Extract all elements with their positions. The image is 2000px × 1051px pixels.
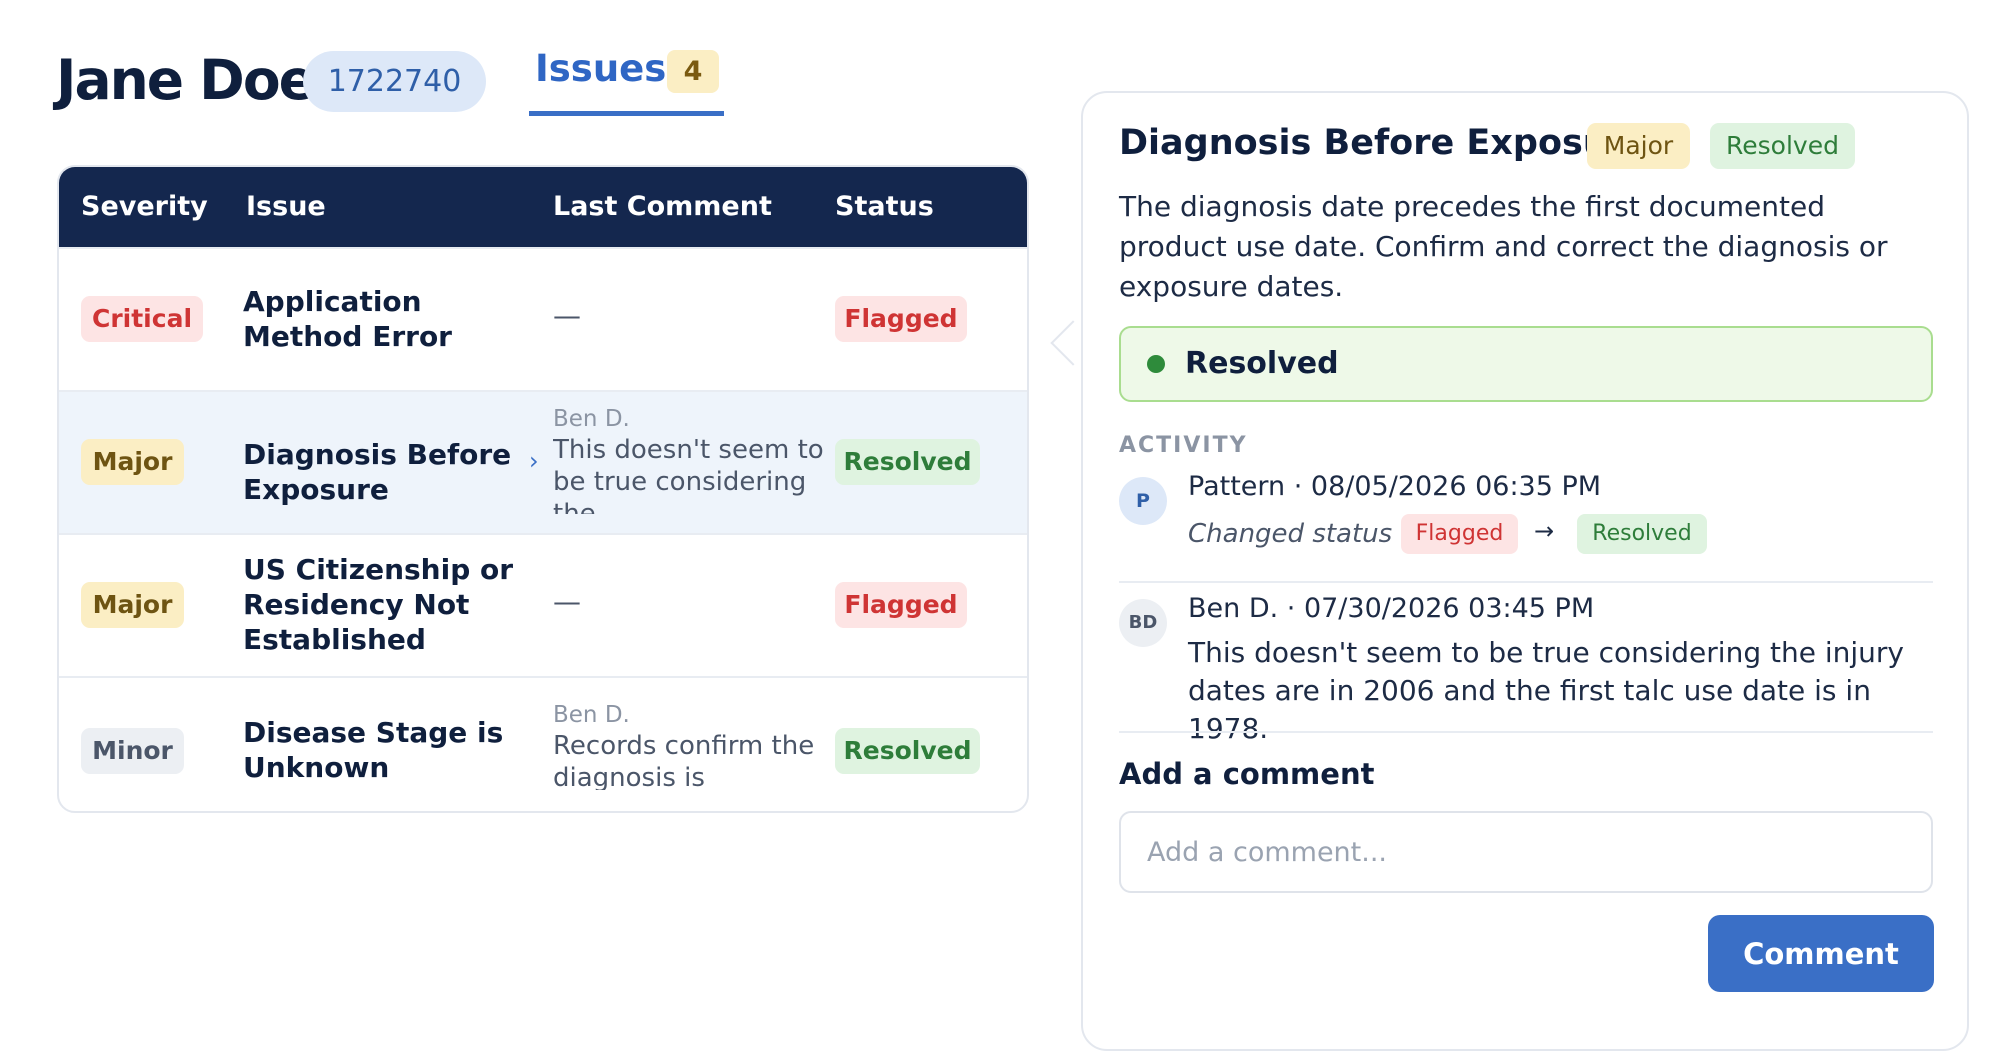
- activity-change-label: Changed status: [1188, 519, 1393, 549]
- issue-title: Application Method Error: [243, 285, 452, 353]
- status-badge: Flagged: [835, 582, 967, 628]
- last-comment-empty: —: [553, 299, 581, 332]
- issue-title: US Citizenship or Residency Not Establis…: [243, 553, 514, 656]
- issue-title: Disease Stage is Unknown: [243, 716, 504, 784]
- issue-title: Diagnosis Before Exposure: [243, 438, 512, 506]
- severity-badge: Critical: [81, 296, 203, 342]
- detail-severity-badge: Major: [1587, 123, 1690, 169]
- comment-text: Records confirm the diagnosis is unstage…: [553, 731, 815, 790]
- status-badge: Resolved: [835, 728, 980, 774]
- tab-issues-count: 4: [667, 50, 719, 93]
- add-comment-heading: Add a comment: [1119, 757, 1375, 791]
- tab-issues-label: Issues: [535, 47, 667, 90]
- column-header-status: Status: [835, 191, 934, 222]
- status-select[interactable]: Resolved: [1119, 326, 1933, 402]
- comment-author: Ben D.: [553, 702, 630, 728]
- status-dot-icon: [1147, 355, 1165, 373]
- avatar: P: [1119, 477, 1167, 525]
- activity-divider: [1119, 581, 1933, 583]
- status-badge: Resolved: [835, 439, 980, 485]
- last-comment: Ben D. Records confirm the diagnosis is …: [553, 700, 843, 790]
- activity-meta: Ben D. · 07/30/2026 03:45 PM: [1188, 593, 1595, 624]
- severity-badge: Major: [81, 582, 184, 628]
- detail-status-badge: Resolved: [1710, 123, 1855, 169]
- comment-text: This doesn't seem to be true considering…: [553, 435, 824, 514]
- issue-detail-panel: Diagnosis Before Exposure Major Resolved…: [1081, 91, 1969, 1051]
- status-select-value: Resolved: [1185, 346, 1339, 381]
- comment-author: Ben D.: [553, 406, 630, 432]
- detail-description: The diagnosis date precedes the first do…: [1119, 190, 1888, 303]
- table-header: Severity Issue Last Comment Status: [59, 167, 1027, 247]
- severity-badge: Major: [81, 439, 184, 485]
- table-row[interactable]: Minor Disease Stage is Unknown Ben D. Re…: [59, 676, 1027, 811]
- comment-button[interactable]: Comment: [1708, 915, 1934, 992]
- chevron-right-icon: ›: [529, 447, 539, 475]
- arrow-right-icon: →: [1534, 517, 1555, 545]
- activity-divider: [1119, 731, 1933, 733]
- table-row[interactable]: Critical Application Method Error — Flag…: [59, 247, 1027, 390]
- patient-name: Jane Doe: [56, 48, 316, 112]
- column-header-issue: Issue: [246, 191, 326, 222]
- tab-issues[interactable]: Issues 4: [529, 42, 724, 116]
- activity-heading: ACTIVITY: [1119, 433, 1248, 458]
- last-comment-empty: —: [553, 585, 581, 618]
- patient-id-badge: 1722740: [303, 51, 486, 112]
- column-header-severity: Severity: [81, 191, 208, 222]
- last-comment: Ben D. This doesn't seem to be true cons…: [553, 404, 843, 514]
- activity-from-badge: Flagged: [1401, 514, 1518, 554]
- comment-input[interactable]: [1119, 811, 1933, 893]
- severity-badge: Minor: [81, 728, 184, 774]
- avatar: BD: [1119, 599, 1167, 647]
- column-header-last-comment: Last Comment: [553, 191, 772, 222]
- table-row[interactable]: Major Diagnosis Before Exposure › Ben D.…: [59, 390, 1027, 533]
- status-badge: Flagged: [835, 296, 967, 342]
- table-row[interactable]: Major US Citizenship or Residency Not Es…: [59, 533, 1027, 676]
- issues-table: Severity Issue Last Comment Status Criti…: [57, 165, 1029, 813]
- detail-title: Diagnosis Before Exposure: [1119, 123, 1649, 163]
- activity-meta: Pattern · 08/05/2026 06:35 PM: [1188, 471, 1602, 502]
- activity-to-badge: Resolved: [1577, 514, 1707, 554]
